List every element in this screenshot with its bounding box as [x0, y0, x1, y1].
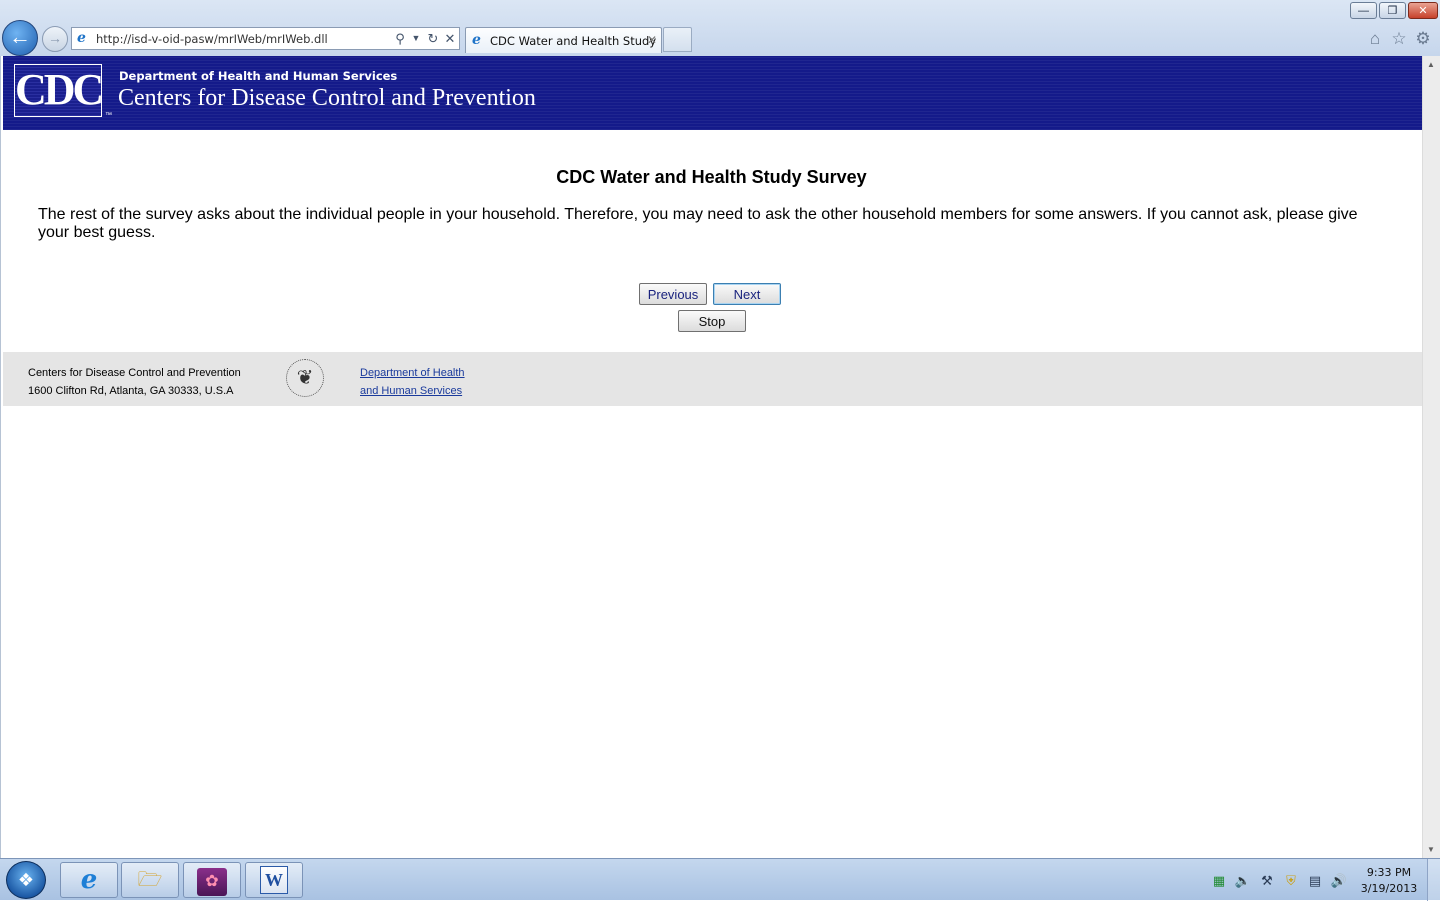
app-icon[interactable]: ✿ [183, 862, 241, 898]
network-icon[interactable]: ▤ [1306, 873, 1324, 889]
minimize-button[interactable]: — [1350, 2, 1377, 19]
footer-address: Centers for Disease Control and Preventi… [28, 364, 241, 400]
footer-street-address: 1600 Clifton Rd, Atlanta, GA 30333, U.S.… [28, 385, 234, 397]
tools-tray-icon[interactable]: ⚒ [1258, 873, 1276, 889]
survey-instructions: The rest of the survey asks about the in… [38, 206, 1358, 241]
hhs-link-line1[interactable]: Department of Health [360, 364, 465, 382]
previous-button[interactable]: Previous [639, 283, 707, 305]
word-icon[interactable]: W [245, 862, 303, 898]
forward-button[interactable]: → [42, 26, 68, 52]
address-bar[interactable]: e ⚲ ▼ ↻ ✕ [71, 27, 460, 50]
restore-button[interactable]: ❐ [1379, 2, 1406, 19]
ie-page-icon: e [77, 30, 86, 46]
footer-org-name: Centers for Disease Control and Preventi… [28, 367, 241, 379]
system-clock[interactable]: 9:33 PM 3/19/2013 [1358, 865, 1420, 897]
department-name: Department of Health and Human Services [119, 69, 398, 83]
security-shield-icon[interactable]: ⛨ [1282, 873, 1300, 889]
volume-icon[interactable]: 🔊 [1330, 873, 1348, 889]
internet-explorer-icon[interactable]: e [60, 862, 118, 898]
stop-loading-icon[interactable]: ✕ [442, 30, 458, 47]
clock-date: 3/19/2013 [1360, 882, 1418, 895]
close-tab-icon[interactable]: ✕ [647, 33, 657, 47]
survey-title: CDC Water and Health Study Survey [556, 167, 867, 187]
hhs-eagle-seal-icon: ❦ [286, 359, 324, 397]
tools-gear-icon[interactable]: ⚙ [1413, 29, 1433, 49]
browser-chrome: — ❐ ✕ ← → e ⚲ ▼ ↻ ✕ e CDC Water and Heal… [0, 0, 1440, 57]
cdc-header-banner: CDC ™ Department of Health and Human Ser… [3, 56, 1422, 130]
page-footer: Centers for Disease Control and Preventi… [3, 352, 1422, 406]
search-icon[interactable]: ⚲ [392, 30, 408, 47]
tab-title: CDC Water and Health Study [490, 34, 657, 48]
close-window-button[interactable]: ✕ [1408, 2, 1438, 19]
hhs-link[interactable]: Department of Health and Human Services [360, 364, 465, 400]
scroll-down-arrow-icon[interactable]: ▼ [1427, 845, 1435, 854]
speaker-muted-icon[interactable]: 🔈 [1234, 873, 1252, 889]
home-icon[interactable]: ⌂ [1365, 29, 1385, 49]
clock-time: 9:33 PM [1366, 866, 1412, 879]
new-tab-button[interactable] [663, 27, 692, 52]
agency-name: Centers for Disease Control and Preventi… [118, 85, 536, 111]
url-input[interactable] [96, 29, 386, 48]
trademark-symbol: ™ [105, 112, 112, 119]
cdc-logo[interactable]: CDC [14, 64, 104, 117]
stop-button[interactable]: Stop [678, 310, 746, 332]
window-controls: — ❐ ✕ [1350, 2, 1438, 19]
tab-cdc-water-health-study[interactable]: e CDC Water and Health Study ✕ [465, 27, 662, 53]
vertical-scrollbar[interactable]: ▲ ▼ [1422, 56, 1440, 858]
show-desktop-button[interactable] [1427, 859, 1440, 901]
network-status-icon[interactable]: ▦ [1210, 873, 1228, 889]
favorites-icon[interactable]: ☆ [1389, 29, 1409, 49]
next-button[interactable]: Next [713, 283, 781, 305]
windows-explorer-icon[interactable]: 🗁 [121, 862, 179, 898]
page-viewport: CDC ™ Department of Health and Human Ser… [0, 56, 1440, 858]
hhs-link-line2[interactable]: and Human Services [360, 382, 465, 400]
dropdown-arrow-icon[interactable]: ▼ [408, 30, 424, 47]
windows-taskbar: ❖ e 🗁 ✿ W ▦ 🔈 ⚒ ⛨ ▤ 🔊 9:33 PM 3/19/2013 [0, 858, 1440, 901]
ie-tab-icon: e [472, 32, 481, 48]
start-button[interactable]: ❖ [6, 861, 46, 899]
back-button[interactable]: ← [2, 20, 38, 56]
scroll-up-arrow-icon[interactable]: ▲ [1427, 60, 1435, 69]
refresh-icon[interactable]: ↻ [425, 30, 441, 47]
